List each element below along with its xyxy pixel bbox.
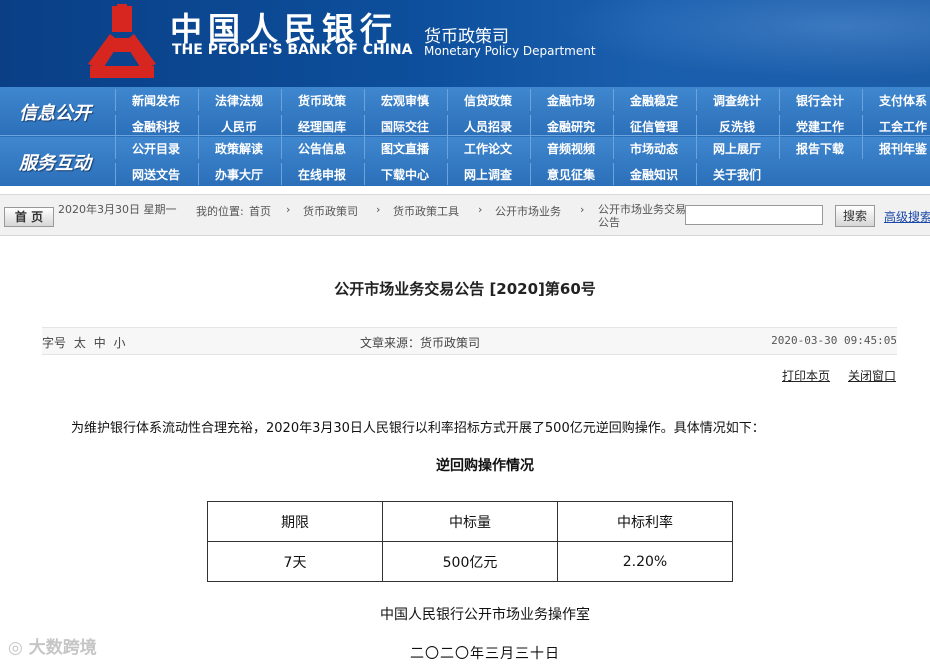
cell-rate: 2.20%	[557, 541, 733, 582]
article-intro: 为维护银行体系流动性合理充裕，2020年3月30日人民银行以利率招标方式开展了5…	[71, 421, 765, 436]
operation-table: 期限 中标量 中标利率 7天 500亿元 2.20%	[207, 501, 733, 582]
nav-item[interactable]: 支付体系	[862, 89, 930, 111]
breadcrumb-separator: ›	[580, 203, 585, 216]
nav-item[interactable]: 金融稳定	[613, 89, 694, 111]
font-size-label: 字号	[42, 336, 67, 350]
nav-item[interactable]: 关于我们	[696, 163, 777, 185]
nav-item[interactable]: 调查统计	[696, 89, 777, 111]
nav-item[interactable]: 网上展厅	[696, 137, 777, 159]
nav-item[interactable]: 反洗钱	[696, 115, 777, 137]
breadcrumb-omo[interactable]: 公开市场业务	[495, 203, 561, 219]
site-title-en: THE PEOPLE'S BANK OF CHINA	[172, 42, 413, 58]
nav-item[interactable]: 宏观审慎	[364, 89, 445, 111]
nav-item[interactable]: 音频视频	[530, 137, 611, 159]
nav-item[interactable]: 货币政策	[281, 89, 362, 111]
table-header-row: 期限 中标量 中标利率	[207, 501, 733, 542]
pboc-logo-icon	[88, 4, 156, 78]
header-volume: 中标量	[382, 501, 558, 542]
breadcrumb-bar: 首 页 2020年3月30日 星期一 我的位置: 首页 › 货币政策司 › 货币…	[0, 194, 930, 236]
nav-item[interactable]: 人民币	[198, 115, 279, 137]
nav-item[interactable]: 征信管理	[613, 115, 694, 137]
breadcrumb-home[interactable]: 首页	[249, 203, 271, 219]
cell-volume: 500亿元	[382, 541, 558, 582]
nav-item[interactable]: 金融知识	[613, 163, 694, 185]
watermark-text: 大数跨境	[28, 638, 97, 658]
nav-item[interactable]: 经理国库	[281, 115, 362, 137]
nav-item[interactable]: 在线申报	[281, 163, 362, 185]
nav-item[interactable]: 政策解读	[198, 137, 279, 159]
nav-item[interactable]: 党建工作	[779, 115, 860, 137]
nav-item[interactable]: 工会工作	[862, 115, 930, 137]
breadcrumb-separator: ›	[286, 203, 291, 216]
close-window-link[interactable]: 关闭窗口	[848, 367, 896, 384]
breadcrumb-separator: ›	[376, 203, 381, 216]
current-date: 2020年3月30日 星期一	[58, 203, 177, 216]
nav-group-info: 信息公开 新闻发布 法律法规 货币政策 宏观审慎 信贷政策 金融市场 金融稳定 调查统计 银行会…	[0, 87, 930, 137]
nav-item[interactable]: 下载中心	[364, 163, 445, 185]
print-page-link[interactable]: 打印本页	[782, 367, 830, 384]
cell-term: 7天	[207, 541, 383, 582]
nav-item[interactable]: 法律法规	[198, 89, 279, 111]
header-term: 期限	[207, 501, 383, 542]
search-button[interactable]: 搜索	[835, 205, 875, 227]
nav-item[interactable]: 市场动态	[613, 137, 694, 159]
article-timestamp: 2020-03-30 09:45:05	[771, 334, 897, 347]
department-name-en: Monetary Policy Department	[424, 44, 596, 58]
issuer-signature: 中国人民银行公开市场业务操作室	[380, 607, 590, 623]
nav-group-service: 服务互动 公开目录 政策解读 公告信息 图文直播 工作论文 音频视频 市场动态 网上展厅 报告下…	[0, 137, 930, 186]
watermark-icon: ◎	[8, 638, 23, 658]
font-size-large[interactable]: 太	[74, 336, 86, 350]
table-row: 7天 500亿元 2.20%	[207, 541, 733, 582]
issue-date: 二〇二〇年三月三十日	[410, 646, 560, 662]
table-title: 逆回购操作情况	[436, 458, 534, 474]
advanced-search-link[interactable]: 高级搜索	[884, 208, 930, 225]
nav-item[interactable]: 新闻发布	[115, 89, 196, 111]
article-source: 文章来源：货币政策司	[360, 336, 481, 350]
nav-section-info: 信息公开	[19, 103, 91, 124]
nav-item[interactable]: 银行会计	[779, 89, 860, 111]
nav-item[interactable]: 网上调查	[447, 163, 528, 185]
nav-item[interactable]: 公开目录	[115, 137, 196, 159]
nav-item[interactable]: 办事大厅	[198, 163, 279, 185]
home-button[interactable]: 首 页	[4, 207, 54, 227]
search-input[interactable]	[685, 205, 823, 225]
article-meta-bar: 字号 太 中 小 文章来源：货币政策司 2020-03-30 09:45:05	[42, 327, 897, 355]
nav-item[interactable]: 国际交往	[364, 115, 445, 137]
nav-item[interactable]: 金融研究	[530, 115, 611, 137]
nav-item[interactable]: 意见征集	[530, 163, 611, 185]
header-rate: 中标利率	[557, 501, 733, 542]
nav-item[interactable]: 图文直播	[364, 137, 445, 159]
nav-section-service: 服务互动	[19, 152, 91, 174]
breadcrumb-current: 公开市场业务交易公告	[598, 203, 686, 229]
font-size-medium[interactable]: 中	[94, 336, 106, 350]
nav-item[interactable]: 报告下载	[779, 137, 860, 159]
nav-item[interactable]: 网送文告	[115, 163, 196, 185]
nav-item[interactable]: 工作论文	[447, 137, 528, 159]
nav-item[interactable]: 公告信息	[281, 137, 362, 159]
location-label: 我的位置:	[196, 205, 244, 218]
breadcrumb-tools[interactable]: 货币政策工具	[393, 203, 459, 219]
site-header: 中国人民银行 THE PEOPLE'S BANK OF CHINA 货币政策司 …	[0, 0, 930, 87]
font-size-control: 字号 太 中 小	[42, 334, 126, 351]
watermark-logo: ◎ 大数跨境	[8, 633, 97, 658]
font-size-small[interactable]: 小	[114, 336, 126, 350]
breadcrumb-separator: ›	[478, 203, 483, 216]
nav-item[interactable]: 人员招录	[447, 115, 528, 137]
article-title: 公开市场业务交易公告 [2020]第60号	[334, 280, 596, 298]
nav-item[interactable]: 金融科技	[115, 115, 196, 137]
nav-item[interactable]: 金融市场	[530, 89, 611, 111]
breadcrumb-department[interactable]: 货币政策司	[303, 203, 358, 219]
nav-item[interactable]: 信贷政策	[447, 89, 528, 111]
nav-item[interactable]: 报刊年鉴	[862, 137, 930, 159]
